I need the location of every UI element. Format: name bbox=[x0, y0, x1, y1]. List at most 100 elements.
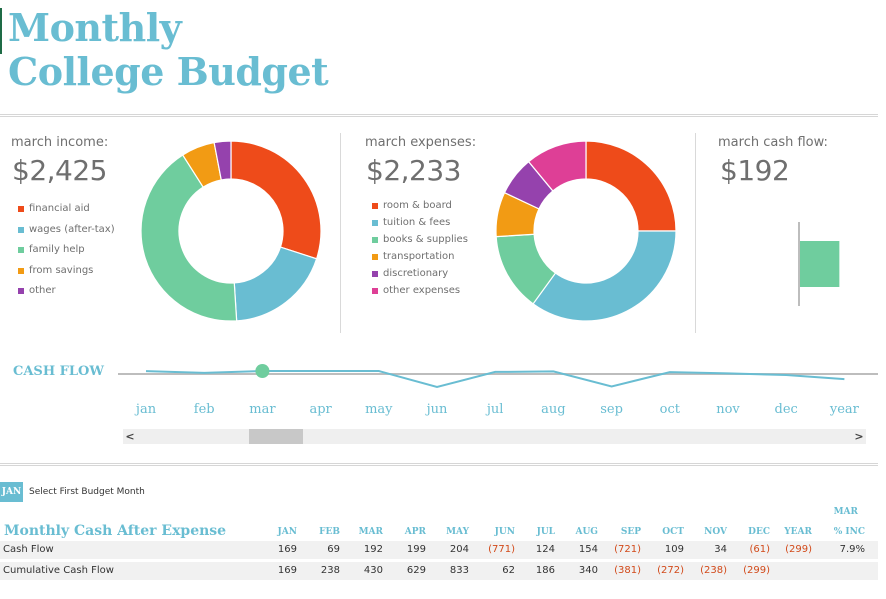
table-cell: 169 bbox=[277, 544, 297, 555]
panel-divider bbox=[695, 133, 696, 333]
table-cell: (381) bbox=[614, 565, 641, 576]
column-header: AUG bbox=[575, 527, 598, 537]
first-month-button[interactable]: JAN bbox=[0, 482, 23, 502]
month-label-feb[interactable]: feb bbox=[194, 402, 215, 417]
legend-label: tuition & fees bbox=[383, 216, 451, 228]
table-cell: 186 bbox=[535, 565, 555, 576]
cashflow-bar bbox=[800, 241, 840, 287]
table-cell: (771) bbox=[488, 544, 515, 555]
table-cell: 833 bbox=[449, 565, 469, 576]
column-header: NOV bbox=[704, 527, 727, 537]
column-header: APR bbox=[404, 527, 426, 537]
header-divider bbox=[0, 114, 878, 117]
table-cell: 340 bbox=[578, 565, 598, 576]
legend-swatch bbox=[18, 226, 24, 233]
month-scrollbar[interactable]: < > bbox=[123, 429, 866, 444]
cashflow-line-chart bbox=[118, 364, 878, 389]
legend-label: discretionary bbox=[383, 267, 449, 279]
month-label-nov[interactable]: nov bbox=[716, 402, 740, 417]
month-label-jul[interactable]: jul bbox=[487, 402, 504, 417]
month-label-dec[interactable]: dec bbox=[775, 402, 798, 417]
donut-slice-financial-aid bbox=[230, 140, 322, 260]
legend-label: wages (after-tax) bbox=[29, 223, 115, 235]
table-cell: 62 bbox=[502, 565, 515, 576]
legend-swatch bbox=[372, 219, 378, 226]
donut-slice-room-board bbox=[585, 140, 677, 232]
column-header: OCT bbox=[662, 527, 684, 537]
income-legend-item: wages (after-tax) bbox=[18, 220, 115, 241]
expenses-legend-item: other expenses bbox=[372, 282, 468, 299]
donut-slice-wages-after-tax- bbox=[233, 246, 318, 322]
column-header: MAY bbox=[446, 527, 469, 537]
donut-slice-tuition-fees bbox=[532, 230, 677, 322]
column-header-mar: MAR bbox=[833, 507, 858, 517]
income-label: march income: bbox=[11, 135, 109, 150]
month-label-jun[interactable]: jun bbox=[427, 402, 448, 417]
column-header: SEP bbox=[620, 527, 641, 537]
table-cell: 169 bbox=[277, 565, 297, 576]
expenses-legend-item: books & supplies bbox=[372, 231, 468, 248]
cashflow-point-mar[interactable] bbox=[255, 364, 270, 378]
table-cell: 7.9% bbox=[839, 544, 865, 555]
legend-swatch bbox=[372, 202, 378, 209]
table-cell: 69 bbox=[327, 544, 340, 555]
month-label-sep[interactable]: sep bbox=[600, 402, 623, 417]
scroll-right-arrow[interactable]: > bbox=[852, 429, 866, 444]
page-title: Monthly College Budget bbox=[8, 6, 329, 94]
month-label-oct[interactable]: oct bbox=[660, 402, 680, 417]
legend-swatch bbox=[372, 253, 378, 260]
scroll-left-arrow[interactable]: < bbox=[123, 429, 137, 444]
column-header: JUN bbox=[494, 527, 515, 537]
table-cell: 154 bbox=[578, 544, 598, 555]
table-cell: (299) bbox=[785, 544, 812, 555]
legend-label: other bbox=[29, 285, 56, 297]
column-header: YEAR bbox=[784, 527, 812, 537]
income-donut-chart bbox=[140, 140, 322, 322]
column-header: % INC bbox=[833, 527, 865, 537]
table-cell: 629 bbox=[406, 565, 426, 576]
table-cell: (299) bbox=[743, 565, 770, 576]
month-label-jan[interactable]: jan bbox=[136, 402, 156, 417]
legend-label: family help bbox=[29, 244, 85, 256]
first-month-caption: Select First Budget Month bbox=[29, 487, 145, 497]
legend-swatch bbox=[18, 288, 24, 295]
panel-divider bbox=[340, 133, 341, 333]
table-cell: 199 bbox=[406, 544, 426, 555]
month-label-may[interactable]: may bbox=[365, 402, 392, 417]
legend-label: books & supplies bbox=[383, 233, 468, 245]
income-legend: financial aid wages (after-tax) family hel… bbox=[18, 199, 115, 302]
legend-label: room & board bbox=[383, 199, 452, 211]
expenses-legend-item: discretionary bbox=[372, 265, 468, 282]
table-cell: (61) bbox=[749, 544, 770, 555]
cashflow-label: march cash flow: bbox=[718, 135, 828, 150]
month-label-aug[interactable]: aug bbox=[541, 402, 565, 417]
legend-swatch bbox=[18, 247, 24, 254]
expenses-legend-item: room & board bbox=[372, 197, 468, 214]
scroll-thumb[interactable] bbox=[249, 429, 303, 444]
month-label-year[interactable]: year bbox=[830, 402, 859, 417]
table-cell: (272) bbox=[657, 565, 684, 576]
expenses-legend-item: transportation bbox=[372, 248, 468, 265]
legend-label: from savings bbox=[29, 264, 94, 276]
table-cell: 34 bbox=[714, 544, 727, 555]
cashflow-value: $192 bbox=[720, 154, 790, 187]
expenses-legend-item: tuition & fees bbox=[372, 214, 468, 231]
title-line-2: College Budget bbox=[8, 49, 329, 94]
cell-cursor bbox=[0, 8, 2, 54]
table-cell: 238 bbox=[320, 565, 340, 576]
column-header: JUL bbox=[536, 527, 555, 537]
table-cell: 204 bbox=[449, 544, 469, 555]
table-cell: (238) bbox=[700, 565, 727, 576]
bar-axis bbox=[798, 222, 800, 306]
month-label-mar[interactable]: mar bbox=[249, 402, 275, 417]
legend-swatch bbox=[372, 287, 378, 294]
row-label: Cumulative Cash Flow bbox=[3, 565, 114, 576]
legend-swatch bbox=[372, 270, 378, 277]
legend-swatch bbox=[372, 236, 378, 243]
column-header: DEC bbox=[748, 527, 770, 537]
expenses-value: $2,233 bbox=[366, 154, 461, 187]
legend-label: financial aid bbox=[29, 203, 90, 215]
section-divider bbox=[0, 463, 878, 466]
table-cell: 124 bbox=[535, 544, 555, 555]
month-label-apr[interactable]: apr bbox=[309, 402, 331, 417]
